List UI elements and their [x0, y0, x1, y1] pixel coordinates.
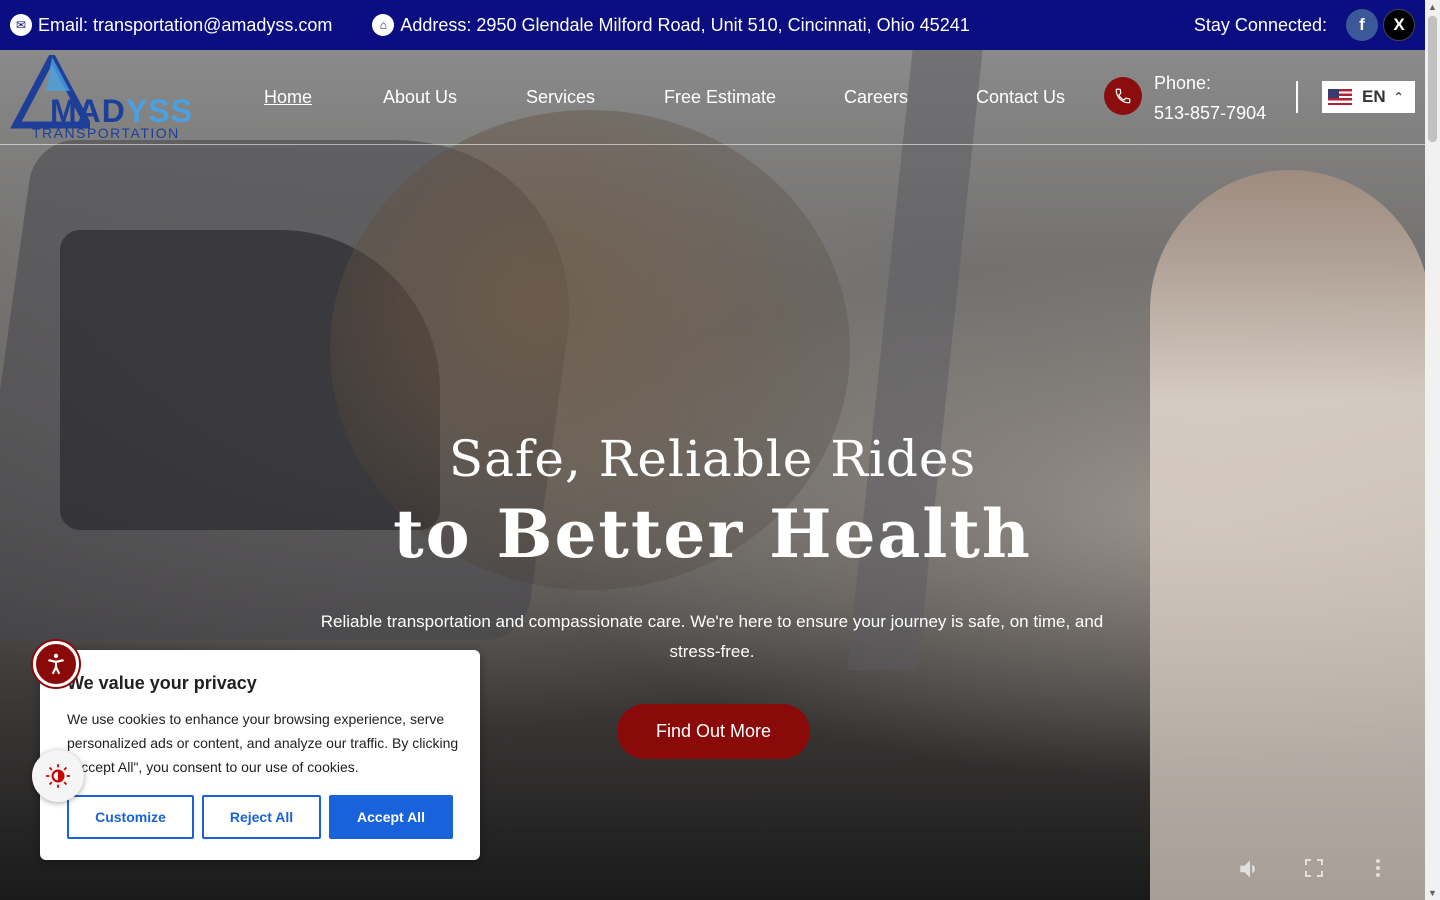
phone-contact[interactable]: Phone: 513-857-7904 [1154, 68, 1266, 128]
accessibility-icon[interactable] [33, 641, 79, 687]
contrast-toggle-icon[interactable] [32, 750, 84, 802]
nav-careers[interactable]: Careers [844, 87, 908, 108]
logo-word-main: MAD [50, 93, 126, 129]
volume-icon[interactable] [1237, 856, 1263, 889]
address-item: ⌂ Address: 2950 Glendale Milford Road, U… [372, 14, 970, 36]
nav-about-us[interactable]: About Us [383, 87, 457, 108]
phone-number[interactable]: 513-857-7904 [1154, 98, 1266, 128]
location-icon: ⌂ [372, 14, 395, 36]
facebook-icon[interactable]: f [1346, 9, 1378, 41]
envelope-icon: ✉ [10, 14, 32, 36]
language-selector[interactable]: EN ⌃ [1322, 81, 1415, 113]
nav-contact-us[interactable]: Contact Us [976, 87, 1065, 108]
header-divider [1296, 81, 1298, 113]
cookie-body: We use cookies to enhance your browsing … [67, 711, 459, 775]
x-twitter-icon[interactable]: X [1383, 9, 1415, 41]
scroll-up-icon[interactable]: ▲ [1428, 2, 1437, 12]
logo-subtitle: TRANSPORTATION [32, 125, 180, 141]
customize-button[interactable]: Customize [67, 795, 194, 839]
scroll-down-icon[interactable]: ▼ [1428, 888, 1437, 898]
nav-services[interactable]: Services [526, 87, 595, 108]
site-logo[interactable]: MADYSS TRANSPORTATION [10, 55, 205, 143]
cookie-title: We value your privacy [67, 673, 257, 693]
hero-title-line2: to Better Health [393, 495, 1032, 573]
phone-icon[interactable] [1104, 77, 1142, 115]
reject-all-button[interactable]: Reject All [202, 795, 321, 839]
email-item[interactable]: ✉ Email: transportation@amadyss.com [10, 14, 332, 36]
social-links: Stay Connected: f X [1194, 9, 1425, 41]
top-info-bar: ✉ Email: transportation@amadyss.com ⌂ Ad… [0, 0, 1425, 50]
address-text: Address: 2950 Glendale Milford Road, Uni… [400, 14, 970, 35]
find-out-more-button[interactable]: Find Out More [617, 704, 810, 759]
hero-title-line1: Safe, Reliable Rides [448, 430, 977, 488]
language-code: EN [1362, 87, 1386, 106]
cookie-consent-dialog: We value your privacy We use cookies to … [40, 650, 480, 860]
site-header: MADYSS TRANSPORTATION Home About Us Serv… [0, 50, 1425, 145]
more-options-icon[interactable] [1366, 856, 1390, 887]
scrollbar-thumb[interactable] [1428, 16, 1437, 142]
accept-all-button[interactable]: Accept All [329, 795, 453, 839]
logo-word-accent: YSS [125, 93, 193, 129]
us-flag-icon [1328, 89, 1352, 105]
page-scrollbar[interactable]: ▲ ▼ [1425, 0, 1440, 900]
stay-connected-label: Stay Connected: [1193, 14, 1327, 35]
fullscreen-icon[interactable] [1302, 856, 1326, 887]
phone-label: Phone: [1154, 73, 1212, 93]
nav-free-estimate[interactable]: Free Estimate [664, 87, 776, 108]
chevron-up-icon: ⌃ [1393, 90, 1404, 104]
nav-home[interactable]: Home [264, 87, 312, 108]
email-text[interactable]: Email: transportation@amadyss.com [38, 15, 332, 36]
